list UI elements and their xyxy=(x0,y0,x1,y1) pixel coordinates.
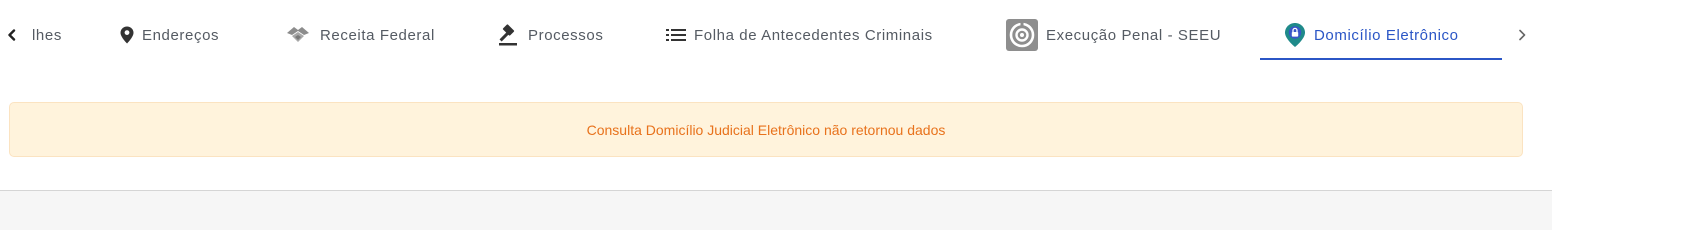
tab-detalhes[interactable]: lhes xyxy=(32,18,62,52)
alert-message: Consulta Domicílio Judicial Eletrônico n… xyxy=(586,121,946,138)
scroll-tabs-left-button[interactable] xyxy=(4,24,20,46)
tab-label: Receita Federal xyxy=(320,26,435,44)
tab-label: Endereços xyxy=(142,26,220,44)
list-icon xyxy=(666,28,686,42)
tab-processos[interactable]: Processos xyxy=(496,18,603,52)
tab-label: Domicílio Eletrônico xyxy=(1314,26,1459,44)
map-pin-icon xyxy=(120,26,134,44)
tab-bar: lhes Endereços Receita Federal Processos… xyxy=(0,0,1560,66)
receita-federal-icon xyxy=(284,25,312,45)
warning-alert: Consulta Domicílio Judicial Eletrônico n… xyxy=(9,102,1523,157)
content-area xyxy=(0,191,1552,230)
tab-label: Execução Penal - SEEU xyxy=(1046,26,1222,44)
tab-domicilio-eletronico[interactable]: Domicílio Eletrônico xyxy=(1284,18,1459,52)
gavel-icon xyxy=(496,23,520,47)
tab-label: lhes xyxy=(32,26,62,44)
tab-label: Folha de Antecedentes Criminais xyxy=(694,26,933,44)
tab-label: Processos xyxy=(528,26,604,44)
tab-enderecos[interactable]: Endereços xyxy=(120,18,219,52)
active-tab-indicator xyxy=(1260,58,1502,60)
scroll-tabs-right-button[interactable] xyxy=(1514,24,1530,46)
chevron-left-icon xyxy=(8,29,16,41)
location-lock-icon xyxy=(1284,22,1306,48)
seeu-icon xyxy=(1006,19,1038,51)
tab-folha-antecedentes[interactable]: Folha de Antecedentes Criminais xyxy=(666,18,933,52)
chevron-right-icon xyxy=(1519,29,1526,41)
tab-execucao-penal[interactable]: Execução Penal - SEEU xyxy=(1006,18,1221,52)
tab-receita-federal[interactable]: Receita Federal xyxy=(284,18,435,52)
